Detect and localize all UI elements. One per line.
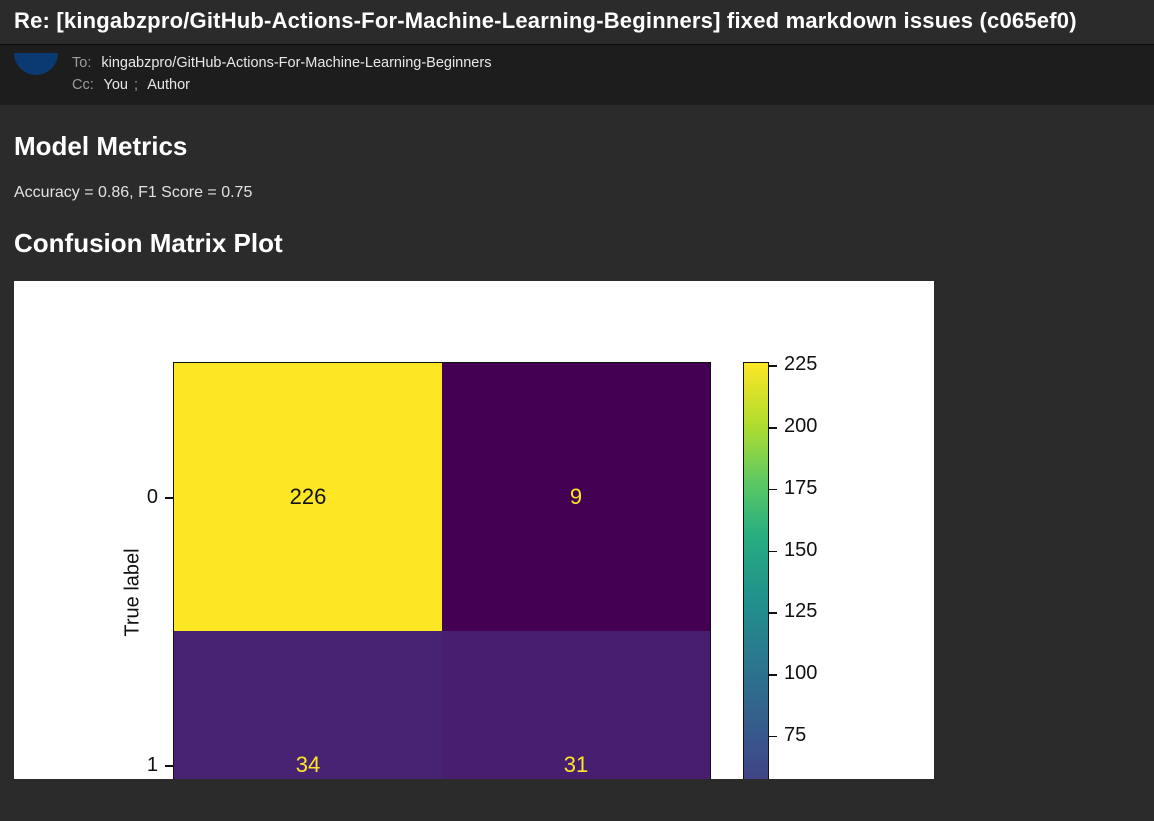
avatar xyxy=(14,53,58,75)
y-axis-label: True label xyxy=(122,548,145,636)
colorbar-tick-label: 175 xyxy=(784,477,817,500)
cc-label: Cc: xyxy=(72,77,94,93)
to-label: To: xyxy=(72,55,91,71)
colorbar-tick-mark xyxy=(769,674,777,676)
y-tick-mark-1 xyxy=(165,765,173,767)
meta-cc-row: Cc: You; Author xyxy=(72,77,491,93)
metrics-line: Accuracy = 0.86, F1 Score = 0.75 xyxy=(14,184,1140,202)
y-tick-mark-0 xyxy=(165,497,173,499)
colorbar-tick-mark xyxy=(769,612,777,614)
metrics-heading: Model Metrics xyxy=(14,131,1140,162)
colorbar-tick-label: 75 xyxy=(784,724,806,747)
colorbar-tick-mark xyxy=(769,551,777,553)
colorbar-tick-mark xyxy=(769,736,777,738)
confusion-matrix-heading: Confusion Matrix Plot xyxy=(14,228,1140,259)
colorbar-tick-mark xyxy=(769,365,777,367)
colorbar-tick-label: 200 xyxy=(784,415,817,438)
colorbar-tick-mark xyxy=(769,427,777,429)
colorbar-tick-label: 100 xyxy=(784,662,817,685)
to-value[interactable]: kingabzpro/GitHub-Actions-For-Machine-Le… xyxy=(101,55,491,71)
cm-cell-10: 34 xyxy=(174,631,442,779)
y-tick-0: 0 xyxy=(136,486,158,509)
email-subject-bar: Re: [kingabzpro/GitHub-Actions-For-Machi… xyxy=(0,0,1154,45)
colorbar-tick-mark xyxy=(769,489,777,491)
confusion-matrix-plot: True label 0 1 226 9 34 31 75 100 125 150 17… xyxy=(14,281,934,779)
email-subject: Re: [kingabzpro/GitHub-Actions-For-Machi… xyxy=(14,8,1140,34)
y-tick-1: 1 xyxy=(136,754,158,777)
cc-value-0[interactable]: You xyxy=(104,77,128,93)
cm-cell-00: 226 xyxy=(174,363,442,631)
meta-to-row: To: kingabzpro/GitHub-Actions-For-Machin… xyxy=(72,55,491,71)
email-body: Model Metrics Accuracy = 0.86, F1 Score … xyxy=(0,105,1154,779)
colorbar-tick-label: 150 xyxy=(784,539,817,562)
colorbar-tick-label: 125 xyxy=(784,600,817,623)
email-meta: To: kingabzpro/GitHub-Actions-For-Machin… xyxy=(0,45,1154,105)
heatmap-grid: 226 9 34 31 xyxy=(174,363,710,779)
colorbar-tick-label: 225 xyxy=(784,353,817,376)
cm-cell-01: 9 xyxy=(442,363,710,631)
cc-value-1[interactable]: Author xyxy=(147,77,190,93)
colorbar xyxy=(744,363,768,779)
cm-cell-11: 31 xyxy=(442,631,710,779)
